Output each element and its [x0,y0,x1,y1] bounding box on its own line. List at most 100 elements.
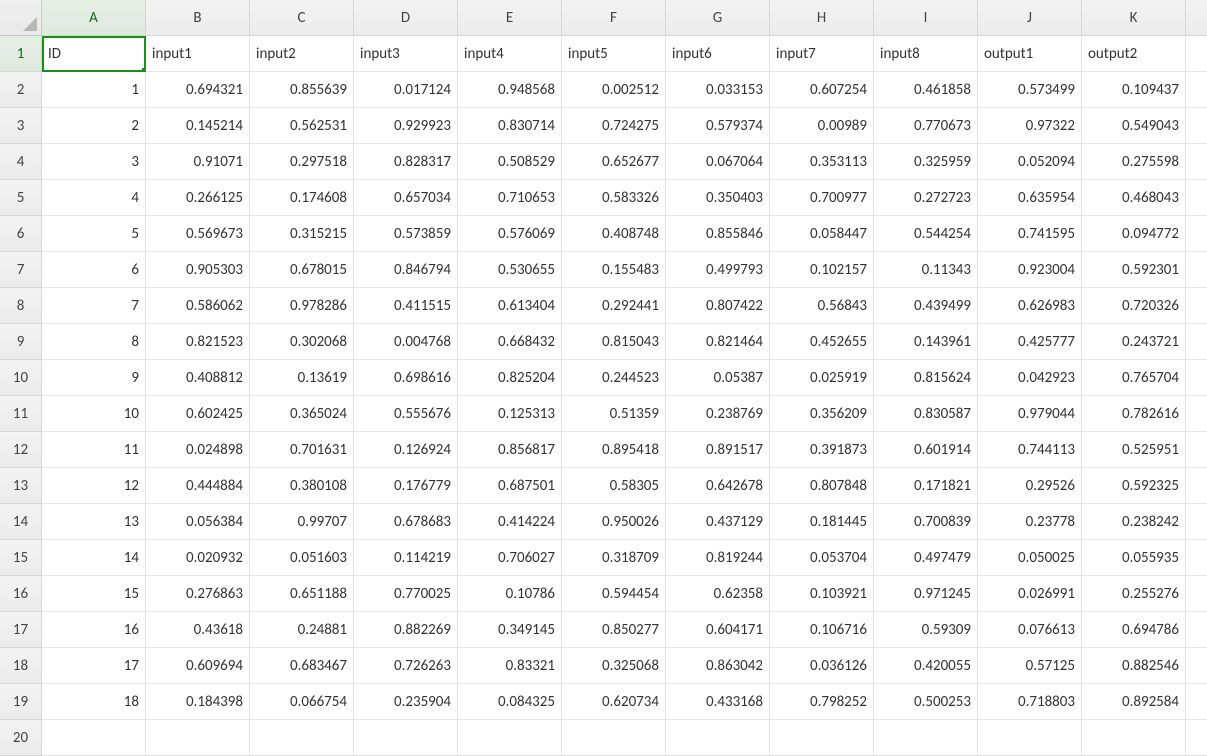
cell-G2[interactable]: 0.033153 [666,72,770,108]
cell-C14[interactable]: 0.99707 [250,504,354,540]
cell-D8[interactable]: 0.411515 [354,288,458,324]
cell-B13[interactable]: 0.444884 [146,468,250,504]
cell-A17[interactable]: 16 [42,612,146,648]
cell-A6[interactable]: 5 [42,216,146,252]
cell-H15[interactable]: 0.053704 [770,540,874,576]
cell-D10[interactable]: 0.698616 [354,360,458,396]
cell-K19[interactable]: 0.892584 [1082,684,1186,720]
cell-E18[interactable]: 0.83321 [458,648,562,684]
column-header-J[interactable]: J [978,0,1082,36]
cell-E8[interactable]: 0.613404 [458,288,562,324]
cell-I14[interactable]: 0.700839 [874,504,978,540]
spreadsheet-grid[interactable]: ABCDEFGHIJK1IDinput1input2input3input4in… [0,0,1207,756]
cell-H1[interactable]: input7 [770,36,874,72]
cell-D12[interactable]: 0.126924 [354,432,458,468]
cell-B8[interactable]: 0.586062 [146,288,250,324]
cell-C8[interactable]: 0.978286 [250,288,354,324]
cell-I10[interactable]: 0.815624 [874,360,978,396]
cell-H20[interactable] [770,720,874,756]
column-header-C[interactable]: C [250,0,354,36]
column-header-G[interactable]: G [666,0,770,36]
row-header-6[interactable]: 6 [0,216,42,252]
cell-G18[interactable]: 0.863042 [666,648,770,684]
cell-D9[interactable]: 0.004768 [354,324,458,360]
cell-B7[interactable]: 0.905303 [146,252,250,288]
cell-J17[interactable]: 0.076613 [978,612,1082,648]
cell-C20[interactable] [250,720,354,756]
cell-B3[interactable]: 0.145214 [146,108,250,144]
cell-F20[interactable] [562,720,666,756]
cell-C7[interactable]: 0.678015 [250,252,354,288]
cell-I11[interactable]: 0.830587 [874,396,978,432]
cell-E10[interactable]: 0.825204 [458,360,562,396]
cell-H8[interactable]: 0.56843 [770,288,874,324]
cell-K7[interactable]: 0.592301 [1082,252,1186,288]
cell-C17[interactable]: 0.24881 [250,612,354,648]
cell-K14[interactable]: 0.238242 [1082,504,1186,540]
cell-B5[interactable]: 0.266125 [146,180,250,216]
cell-E7[interactable]: 0.530655 [458,252,562,288]
cell-C11[interactable]: 0.365024 [250,396,354,432]
cell-H17[interactable]: 0.106716 [770,612,874,648]
cell-J12[interactable]: 0.744113 [978,432,1082,468]
cell-A18[interactable]: 17 [42,648,146,684]
cell-G9[interactable]: 0.821464 [666,324,770,360]
cell-K12[interactable]: 0.525951 [1082,432,1186,468]
row-header-18[interactable]: 18 [0,648,42,684]
cell-J16[interactable]: 0.026991 [978,576,1082,612]
cell-D3[interactable]: 0.929923 [354,108,458,144]
cell-E17[interactable]: 0.349145 [458,612,562,648]
cell-G12[interactable]: 0.891517 [666,432,770,468]
cell-K8[interactable]: 0.720326 [1082,288,1186,324]
cell-G5[interactable]: 0.350403 [666,180,770,216]
cell-J5[interactable]: 0.635954 [978,180,1082,216]
cell-I7[interactable]: 0.11343 [874,252,978,288]
cell-J3[interactable]: 0.97322 [978,108,1082,144]
cell-F17[interactable]: 0.850277 [562,612,666,648]
cell-I13[interactable]: 0.171821 [874,468,978,504]
cell-B10[interactable]: 0.408812 [146,360,250,396]
cell-F12[interactable]: 0.895418 [562,432,666,468]
cell-E3[interactable]: 0.830714 [458,108,562,144]
cell-J6[interactable]: 0.741595 [978,216,1082,252]
cell-A2[interactable]: 1 [42,72,146,108]
cell-K9[interactable]: 0.243721 [1082,324,1186,360]
cell-B11[interactable]: 0.602425 [146,396,250,432]
cell-K10[interactable]: 0.765704 [1082,360,1186,396]
cell-I6[interactable]: 0.544254 [874,216,978,252]
row-header-19[interactable]: 19 [0,684,42,720]
cell-A8[interactable]: 7 [42,288,146,324]
column-header-K[interactable]: K [1082,0,1186,36]
cell-C16[interactable]: 0.651188 [250,576,354,612]
row-header-10[interactable]: 10 [0,360,42,396]
cell-E14[interactable]: 0.414224 [458,504,562,540]
cell-E5[interactable]: 0.710653 [458,180,562,216]
cell-H5[interactable]: 0.700977 [770,180,874,216]
column-header-extra[interactable] [1186,0,1207,36]
column-header-A[interactable]: A [42,0,146,36]
cell-I2[interactable]: 0.461858 [874,72,978,108]
cell-D16[interactable]: 0.770025 [354,576,458,612]
cell-J2[interactable]: 0.573499 [978,72,1082,108]
cell-A10[interactable]: 9 [42,360,146,396]
cell-G8[interactable]: 0.807422 [666,288,770,324]
cell-A16[interactable]: 15 [42,576,146,612]
cell-D20[interactable] [354,720,458,756]
column-header-H[interactable]: H [770,0,874,36]
column-header-B[interactable]: B [146,0,250,36]
cell-G14[interactable]: 0.437129 [666,504,770,540]
cell-J7[interactable]: 0.923004 [978,252,1082,288]
cell-K6[interactable]: 0.094772 [1082,216,1186,252]
cell-K16[interactable]: 0.255276 [1082,576,1186,612]
cell-H19[interactable]: 0.798252 [770,684,874,720]
cell-F11[interactable]: 0.51359 [562,396,666,432]
cell-A9[interactable]: 8 [42,324,146,360]
cell-J19[interactable]: 0.718803 [978,684,1082,720]
cell-F19[interactable]: 0.620734 [562,684,666,720]
row-header-16[interactable]: 16 [0,576,42,612]
cell-B14[interactable]: 0.056384 [146,504,250,540]
cell-H9[interactable]: 0.452655 [770,324,874,360]
cell-B1[interactable]: input1 [146,36,250,72]
cell-E15[interactable]: 0.706027 [458,540,562,576]
cell-C9[interactable]: 0.302068 [250,324,354,360]
